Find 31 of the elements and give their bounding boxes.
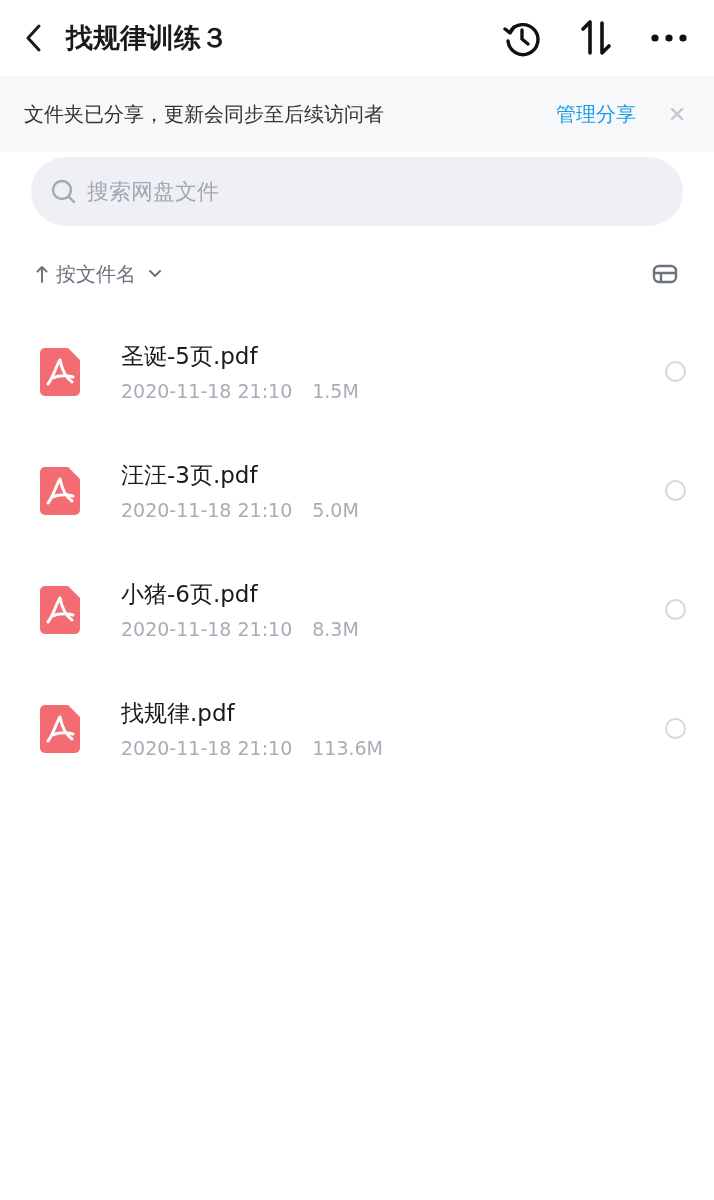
- file-size: 5.0M: [312, 499, 359, 521]
- view-mode-icon[interactable]: [652, 264, 678, 284]
- file-date: 2020-11-18 21:10: [121, 618, 293, 640]
- pdf-file-icon: [40, 466, 80, 515]
- select-radio[interactable]: [665, 718, 686, 739]
- select-radio[interactable]: [665, 361, 686, 382]
- file-name[interactable]: 圣诞-5页.pdf: [121, 341, 665, 372]
- file-date: 2020-11-18 21:10: [121, 380, 293, 402]
- file-name[interactable]: 汪汪-3页.pdf: [121, 460, 665, 491]
- more-icon[interactable]: [650, 33, 688, 43]
- file-name[interactable]: 小猪-6页.pdf: [121, 579, 665, 610]
- chevron-down-icon[interactable]: [148, 269, 162, 279]
- select-radio[interactable]: [665, 599, 686, 620]
- file-date: 2020-11-18 21:10: [121, 737, 293, 759]
- up-arrow-icon: [36, 265, 48, 283]
- share-message: 文件夹已分享，更新会同步至后续访问者: [24, 100, 385, 128]
- search-field[interactable]: 搜索网盘文件: [31, 157, 683, 226]
- sort-option[interactable]: 按文件名: [56, 260, 136, 288]
- file-size: 8.3M: [312, 618, 359, 640]
- sort-icon[interactable]: [578, 18, 614, 58]
- back-icon[interactable]: [24, 23, 42, 53]
- pdf-file-icon: [40, 585, 80, 634]
- file-date: 2020-11-18 21:10: [121, 499, 293, 521]
- search-icon: [51, 179, 77, 205]
- page-title: 找规律训练３: [66, 21, 228, 55]
- pdf-file-icon: [40, 704, 80, 753]
- select-radio[interactable]: [665, 480, 686, 501]
- file-name[interactable]: 找规律.pdf: [121, 698, 665, 729]
- pdf-file-icon: [40, 347, 80, 396]
- file-size: 1.5M: [312, 380, 359, 402]
- file-size: 113.6M: [312, 737, 383, 759]
